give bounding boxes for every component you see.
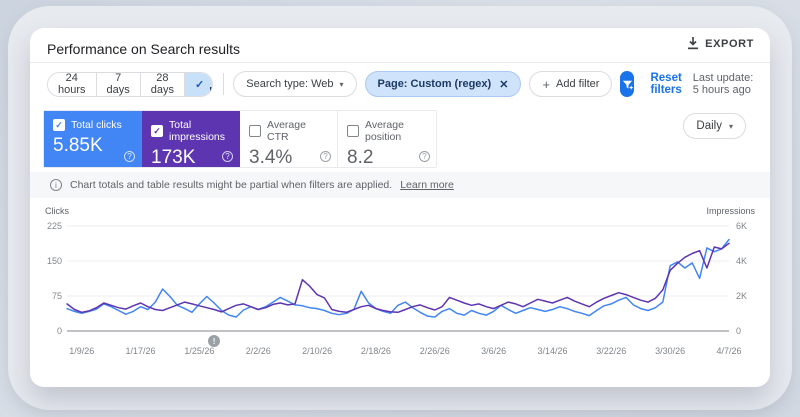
search-type-label: Search type: Web	[246, 78, 334, 90]
range-28-days[interactable]: 28 days	[140, 72, 185, 96]
add-filter-label: Add filter	[556, 78, 600, 90]
impressions-tick: 6K	[736, 221, 748, 231]
clicks-tick: 75	[51, 291, 62, 301]
granularity-dropdown[interactable]: Daily ▾	[683, 113, 746, 139]
panel-header: Performance on Search results EXPORT	[30, 28, 770, 63]
chevron-down-icon: ▾	[339, 79, 344, 89]
export-button[interactable]: EXPORT	[687, 37, 754, 50]
metric-cards: ✓ Total clicks 5.85K ? ✓ Total impressio…	[43, 110, 437, 168]
performance-panel: Performance on Search results EXPORT 24 …	[30, 28, 770, 387]
date-label: 4/7/26	[716, 346, 742, 356]
metric-label: Total impressions	[169, 119, 226, 143]
reset-filters-link[interactable]: Reset filters	[650, 72, 684, 96]
granularity-label: Daily	[696, 120, 722, 132]
date-label: 1/17/26	[125, 346, 156, 356]
help-icon[interactable]: ?	[124, 151, 135, 162]
date-label: 2/10/26	[302, 346, 333, 356]
right-axis-title: Impressions	[706, 206, 755, 216]
clicks-tick: 225	[46, 221, 62, 231]
info-icon: i	[50, 179, 62, 191]
search-type-chip[interactable]: Search type: Web ▾	[233, 71, 357, 97]
date-label: 1/9/26	[69, 346, 95, 356]
regex-filter-button[interactable]	[620, 71, 635, 97]
range-7-days[interactable]: 7 days	[96, 72, 141, 96]
filter-sparkle-icon	[622, 80, 634, 90]
annotation-marker[interactable]: !	[208, 335, 221, 347]
metric-label: Average CTR	[267, 119, 306, 143]
date-range-group: 24 hours 7 days 28 days ✓ 3 months More …	[47, 71, 213, 97]
metric-header: Average position	[347, 119, 427, 143]
date-label: 1/25/26	[184, 346, 215, 356]
metric-total-impressions[interactable]: ✓ Total impressions 173K ?	[142, 111, 240, 168]
metric-value: 5.85K	[53, 135, 103, 156]
metric-header: Average CTR	[249, 119, 328, 143]
chart-area: Clicks Impressions 0 75 150 225 0 2K 4K 6K 1/9/…	[30, 198, 770, 378]
help-icon[interactable]: ?	[222, 151, 233, 162]
checkbox-unchecked-icon[interactable]	[249, 125, 261, 137]
check-icon: ✓	[194, 78, 205, 91]
metric-value: 3.4%	[249, 147, 293, 168]
date-label: 2/2/26	[245, 346, 271, 356]
metric-value: 173K	[151, 147, 196, 168]
filter-bar: 24 hours 7 days 28 days ✓ 3 months More …	[47, 68, 756, 100]
metric-value: 8.2	[347, 147, 374, 168]
range-label: 7 days	[106, 72, 130, 96]
left-axis-title: Clicks	[45, 206, 69, 216]
page-filter-label: Page: Custom (regex)	[377, 78, 492, 90]
performance-line-chart[interactable]	[66, 225, 730, 332]
checkbox-unchecked-icon[interactable]	[347, 125, 359, 137]
range-label: 28 days	[150, 72, 174, 96]
date-label: 3/30/26	[655, 346, 686, 356]
last-update-text: Last update: 5 hours ago	[692, 72, 754, 96]
metric-header: ✓ Total clicks	[53, 119, 132, 131]
plus-icon: +	[542, 76, 551, 92]
page-filter-chip[interactable]: Page: Custom (regex) ✕	[364, 71, 522, 97]
metric-label: Average position	[365, 119, 404, 143]
date-label: 3/22/26	[596, 346, 627, 356]
notice-text: Chart totals and table results might be …	[70, 179, 393, 191]
info-banner: i Chart totals and table results might b…	[30, 172, 770, 198]
impressions-tick: 4K	[736, 256, 748, 266]
clicks-tick: 150	[46, 256, 62, 266]
checkbox-checked-icon[interactable]: ✓	[151, 125, 163, 137]
clicks-tick: 0	[56, 326, 62, 336]
date-label: 2/18/26	[360, 346, 391, 356]
date-label: 2/26/26	[419, 346, 450, 356]
page-title: Performance on Search results	[47, 41, 240, 57]
range-3-months-selected[interactable]: ✓ 3 months	[184, 72, 212, 96]
export-label: EXPORT	[705, 37, 754, 50]
metric-average-ctr[interactable]: Average CTR 3.4% ?	[240, 111, 338, 168]
date-label: 3/6/26	[481, 346, 507, 356]
metric-header: ✓ Total impressions	[151, 119, 230, 143]
checkbox-checked-icon[interactable]: ✓	[53, 119, 65, 131]
download-icon	[688, 37, 699, 50]
chevron-down-icon: ▾	[728, 121, 733, 131]
divider	[222, 73, 224, 95]
clicks-line	[66, 238, 730, 318]
add-filter-button[interactable]: + Add filter	[529, 71, 613, 97]
impressions-tick: 2K	[736, 291, 748, 301]
help-icon[interactable]: ?	[419, 151, 430, 162]
range-24-hours[interactable]: 24 hours	[48, 72, 97, 96]
metric-total-clicks[interactable]: ✓ Total clicks 5.85K ?	[44, 111, 142, 167]
impressions-tick: 0	[736, 326, 742, 336]
range-label: 3 months	[209, 73, 212, 96]
close-icon[interactable]: ✕	[499, 78, 508, 91]
help-icon[interactable]: ?	[320, 151, 331, 162]
learn-more-link[interactable]: Learn more	[400, 179, 454, 191]
date-label: 3/14/26	[537, 346, 568, 356]
range-label: 24 hours	[58, 72, 86, 96]
metric-average-position[interactable]: Average position 8.2 ?	[338, 111, 436, 168]
metric-label: Total clicks	[71, 119, 122, 131]
